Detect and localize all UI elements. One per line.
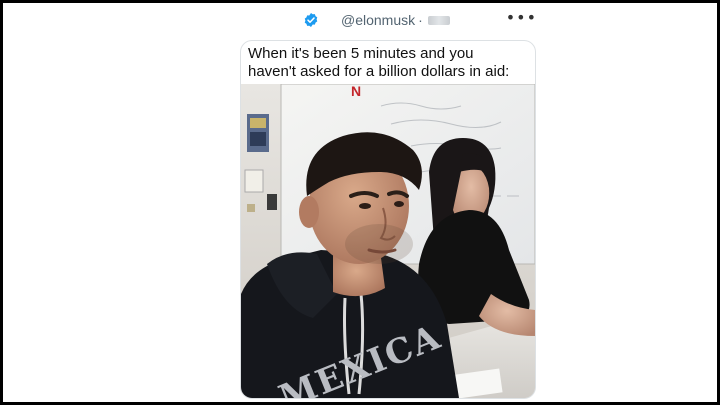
- tweet-frame: @elonmusk · ••• When it's been 5 minutes…: [3, 3, 717, 402]
- meme-photo: N MEXICA: [241, 84, 535, 398]
- svg-text:N: N: [351, 84, 361, 99]
- verified-check-icon: [304, 13, 318, 27]
- author-handle[interactable]: @elonmusk: [341, 12, 415, 28]
- meme-caption: When it's been 5 minutes and you haven't…: [248, 45, 530, 81]
- post-header: @elonmusk ·: [303, 9, 450, 31]
- caption-line-2: haven't asked for a billion dollars in a…: [248, 63, 510, 80]
- meme-image-card[interactable]: When it's been 5 minutes and you haven't…: [240, 40, 536, 399]
- more-options-button[interactable]: •••: [506, 8, 537, 27]
- separator-dot: ·: [418, 12, 423, 28]
- caption-line-1: When it's been 5 minutes and you: [248, 45, 474, 62]
- blurred-timestamp: [427, 15, 450, 25]
